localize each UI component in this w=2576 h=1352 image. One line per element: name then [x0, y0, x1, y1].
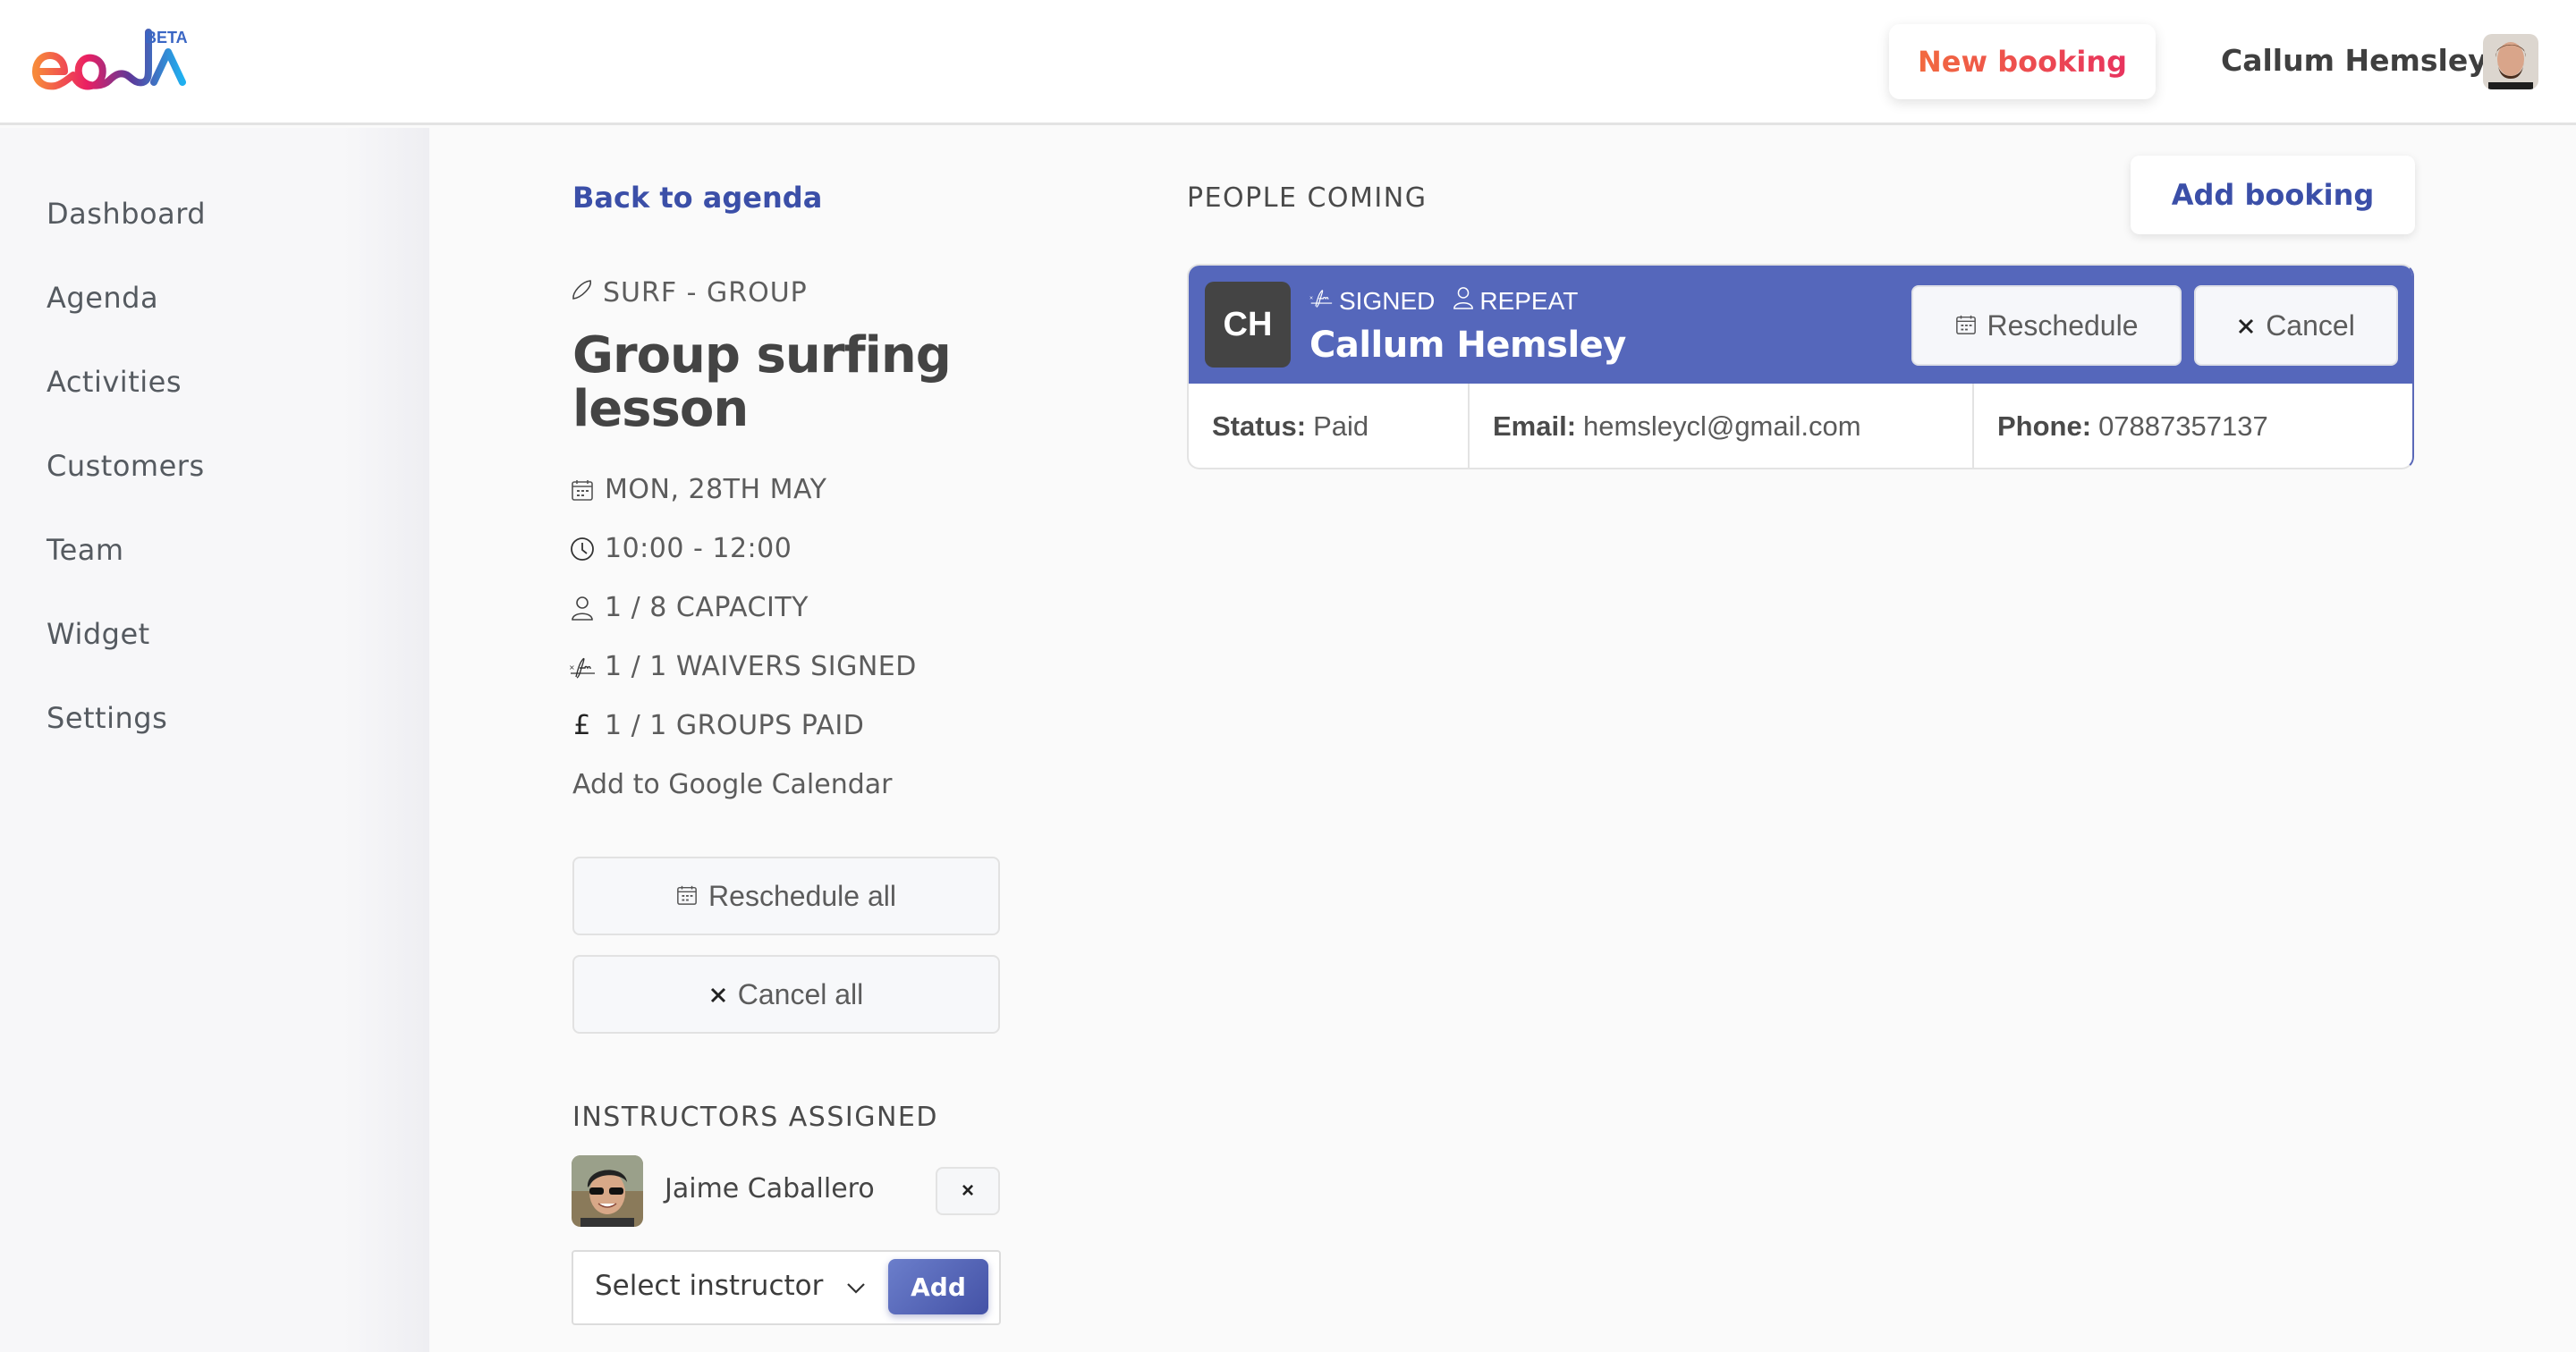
sidebar-item-dashboard[interactable]: Dashboard — [47, 197, 206, 231]
phone-label: Phone: — [1997, 410, 2092, 442]
new-booking-button[interactable]: New booking — [1889, 24, 2156, 99]
customer-initials-avatar: CH — [1205, 282, 1291, 368]
event-time: 10:00 - 12:00 — [569, 533, 792, 564]
signature-icon: × — [569, 654, 596, 680]
reschedule-button[interactable]: Reschedule — [1911, 285, 2182, 366]
sidebar-item-widget[interactable]: Widget — [47, 617, 150, 651]
instructors-section-label: INSTRUCTORS ASSIGNED — [572, 1102, 938, 1133]
instructor-name: Jaime Caballero — [665, 1173, 875, 1204]
signed-badge-label: SIGNED — [1339, 286, 1436, 315]
close-icon — [709, 978, 727, 1011]
pound-icon: £ — [573, 710, 591, 741]
calendar-icon — [1955, 309, 1977, 342]
event-waivers-text: 1 / 1 WAIVERS SIGNED — [605, 651, 917, 682]
remove-instructor-button[interactable]: × — [936, 1167, 1000, 1215]
sidebar-item-team[interactable]: Team — [47, 533, 124, 567]
person-icon — [569, 595, 596, 621]
booking-status: Status: Paid — [1189, 384, 1470, 468]
reschedule-all-label: Reschedule all — [708, 879, 896, 912]
svg-text:×: × — [569, 663, 575, 672]
cancel-all-label: Cancel all — [737, 977, 864, 1010]
reschedule-label: Reschedule — [1987, 308, 2139, 342]
sidebar-item-activities[interactable]: Activities — [47, 365, 182, 399]
svg-text:×: × — [1309, 296, 1313, 302]
instructor-select[interactable]: Select instructor — [595, 1270, 866, 1302]
cancel-booking-label: Cancel — [2266, 308, 2355, 342]
booking-card: CH × SIGNED REPEAT Callum Hemsley Resche… — [1187, 264, 2414, 469]
status-value: Paid — [1313, 410, 1369, 442]
activity-type-label: SURF - GROUP — [603, 277, 808, 308]
new-booking-label: New booking — [1918, 45, 2127, 79]
sidebar: Dashboard Agenda Activities Customers Te… — [0, 128, 429, 1352]
back-to-agenda-link[interactable]: Back to agenda — [572, 181, 822, 215]
cancel-all-button[interactable]: Cancel all — [572, 955, 1000, 1034]
customer-name[interactable]: Callum Hemsley — [1309, 325, 1626, 366]
cancel-booking-button[interactable]: Cancel — [2194, 285, 2398, 366]
event-waivers: × 1 / 1 WAIVERS SIGNED — [569, 651, 917, 682]
booking-phone: Phone: 07887357137 — [1974, 384, 2412, 468]
add-booking-button[interactable]: Add booking — [2131, 156, 2415, 234]
signed-badge: × SIGNED — [1309, 285, 1435, 317]
repeat-badge-label: REPEAT — [1479, 286, 1579, 315]
activity-title: Group surfing lesson — [572, 326, 952, 438]
email-value[interactable]: hemsleycl@gmail.com — [1583, 410, 1861, 443]
add-instructor-button[interactable]: Add — [888, 1259, 988, 1314]
add-to-google-calendar-link[interactable]: Add to Google Calendar — [572, 769, 893, 800]
sidebar-item-agenda[interactable]: Agenda — [47, 281, 158, 315]
beta-badge: BETA — [145, 29, 188, 46]
event-date-text: MON, 28TH MAY — [605, 474, 827, 505]
instructor-avatar — [572, 1155, 643, 1227]
top-header: BETA New booking Callum Hemsley — [0, 0, 2576, 125]
surfboard-icon — [571, 277, 594, 308]
instructor-select-group: Select instructor Add — [572, 1250, 1001, 1325]
email-label: Email: — [1493, 410, 1577, 442]
sidebar-item-customers[interactable]: Customers — [47, 449, 205, 483]
people-coming-label: PEOPLE COMING — [1187, 182, 1428, 214]
reschedule-all-button[interactable]: Reschedule all — [572, 857, 1000, 935]
user-name[interactable]: Callum Hemsley — [2221, 43, 2487, 78]
phone-value[interactable]: 07887357137 — [2098, 410, 2268, 443]
sidebar-item-settings[interactable]: Settings — [47, 701, 167, 735]
event-payments: £ 1 / 1 GROUPS PAID — [569, 710, 864, 741]
calendar-icon — [676, 880, 698, 913]
user-avatar[interactable] — [2483, 34, 2538, 89]
event-payments-text: 1 / 1 GROUPS PAID — [605, 710, 865, 741]
calendar-icon — [569, 477, 596, 503]
close-icon — [2237, 309, 2255, 342]
clock-icon — [569, 536, 596, 562]
event-capacity: 1 / 8 CAPACITY — [569, 592, 809, 623]
activity-type: SURF - GROUP — [571, 277, 808, 308]
status-label: Status: — [1212, 410, 1307, 442]
repeat-badge: REPEAT — [1453, 285, 1578, 317]
booking-badges: × SIGNED REPEAT — [1309, 285, 1578, 317]
eola-logo[interactable]: BETA — [32, 25, 202, 106]
instructor-select-value: Select instructor — [595, 1270, 824, 1302]
person-icon — [1453, 285, 1474, 317]
signature-icon: × — [1309, 286, 1334, 316]
chevron-down-icon — [846, 1270, 866, 1302]
event-date: MON, 28TH MAY — [569, 474, 827, 505]
event-capacity-text: 1 / 8 CAPACITY — [605, 592, 809, 623]
event-time-text: 10:00 - 12:00 — [605, 533, 792, 564]
booking-card-header: CH × SIGNED REPEAT Callum Hemsley Resche… — [1189, 266, 2412, 384]
booking-email: Email: hemsleycl@gmail.com — [1470, 384, 1974, 468]
